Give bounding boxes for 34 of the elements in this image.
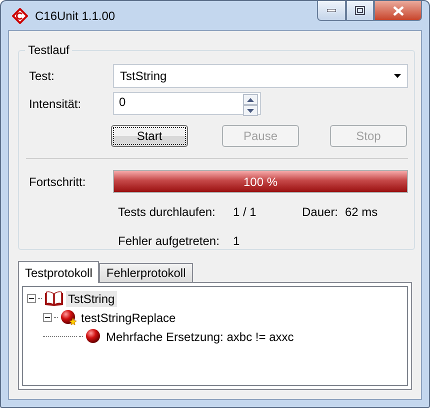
app-logo-icon [12, 8, 28, 24]
dropdown-arrow-icon [394, 74, 401, 78]
tree-item[interactable]: testStringReplace [79, 310, 178, 326]
collapse-icon[interactable] [43, 313, 52, 322]
maximize-button[interactable] [346, 1, 374, 21]
window-title: C16Unit 1.1.00 [35, 8, 116, 22]
tree-item[interactable]: TstString [66, 290, 117, 306]
tab[interactable]: Fehlerprotokoll [99, 263, 193, 282]
stat-value: 1 / 1 [233, 205, 258, 219]
stat-value: 62 ms [345, 205, 379, 219]
action-button[interactable]: Start [111, 125, 188, 147]
group-title: Testlauf [27, 43, 70, 57]
intensity-spinbox[interactable]: 0 [113, 92, 261, 115]
maximize-icon [355, 6, 365, 15]
book-icon [44, 290, 64, 307]
intensity-label: Intensität: [29, 96, 82, 110]
tab[interactable]: Testprotokoll [18, 261, 100, 283]
progress-label: Fortschritt: [29, 174, 87, 188]
close-button[interactable] [374, 1, 422, 21]
progress-reading: 100 % [242, 174, 279, 190]
collapse-icon[interactable] [27, 294, 36, 303]
ball-icon [85, 328, 102, 345]
stat-label: Tests durchlaufen: [118, 205, 216, 219]
test-dropdown[interactable]: TstString [113, 64, 408, 88]
spin-up-icon[interactable] [243, 94, 258, 105]
close-icon [392, 6, 404, 16]
test-label: Test: [29, 69, 56, 83]
stat-value: 1 [233, 234, 241, 248]
tree-item[interactable]: Mehrfache Ersetzung: axbc != axxc [104, 328, 296, 344]
spin-down-icon[interactable] [243, 105, 258, 116]
minimize-button[interactable] [317, 1, 346, 21]
stat-label: Dauer: [302, 205, 340, 219]
minimize-icon [327, 9, 336, 12]
stat-label: Fehler aufgetreten: [118, 234, 220, 248]
